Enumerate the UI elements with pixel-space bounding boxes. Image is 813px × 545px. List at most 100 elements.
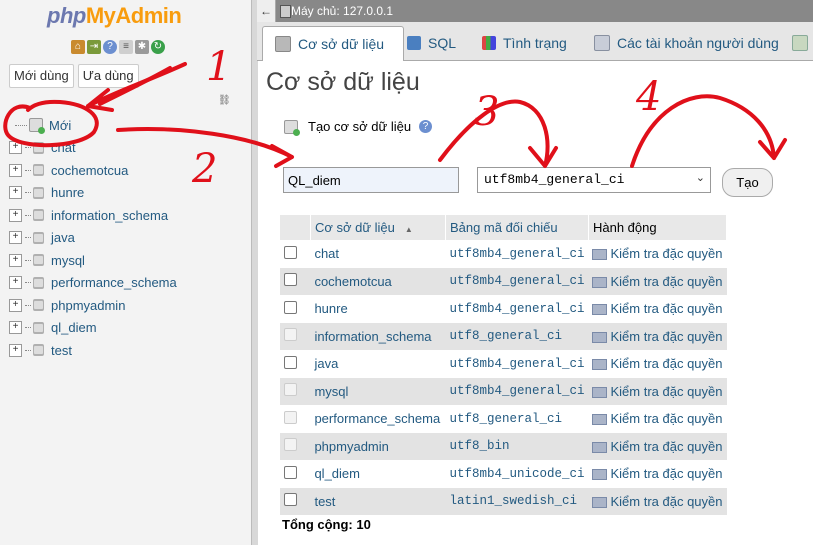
- database-name-link[interactable]: ql_diem: [310, 460, 446, 488]
- database-icon: [33, 344, 44, 357]
- database-name-link[interactable]: information_schema: [310, 322, 446, 350]
- create-database-heading: Tạo cơ sở dữ liệu ?: [284, 119, 433, 136]
- tree-item-label[interactable]: information_schema: [51, 208, 168, 223]
- row-checkbox-cell: [280, 405, 311, 433]
- collation-select[interactable]: utf8mb4_general_ci ⌄: [477, 167, 711, 193]
- tree-line: [25, 259, 31, 261]
- expand-icon[interactable]: +: [9, 321, 22, 335]
- database-icon: [33, 299, 44, 312]
- expand-icon[interactable]: +: [9, 298, 22, 312]
- privileges-icon: [592, 496, 608, 508]
- tree-item-label[interactable]: performance_schema: [51, 275, 177, 290]
- check-privileges-link[interactable]: Kiểm tra đặc quyền: [588, 322, 727, 350]
- expand-icon[interactable]: +: [9, 141, 22, 155]
- tree-item-label[interactable]: java: [51, 230, 75, 245]
- settings-icon[interactable]: ✱: [135, 40, 149, 54]
- phpmyadmin-logo[interactable]: phpMyAdmin: [47, 3, 182, 29]
- tree-item-hunre[interactable]: + hunre: [9, 182, 177, 205]
- database-icon: [33, 321, 44, 334]
- database-name-link[interactable]: test: [310, 487, 446, 515]
- check-privileges-link[interactable]: Kiểm tra đặc quyền: [588, 295, 727, 323]
- tree-item-label[interactable]: phpmyadmin: [51, 298, 125, 313]
- column-header-database[interactable]: Cơ sở dữ liệu ▲: [310, 215, 446, 240]
- row-checkbox-cell: [280, 460, 311, 488]
- collapse-sidebar-button[interactable]: ←: [257, 0, 276, 22]
- tree-item-label[interactable]: ql_diem: [51, 320, 97, 335]
- row-checkbox[interactable]: [284, 273, 297, 287]
- column-header-collation[interactable]: Bảng mã đối chiếu: [445, 215, 589, 240]
- tab-sql[interactable]: SQL: [407, 26, 456, 60]
- expand-icon[interactable]: +: [9, 343, 22, 357]
- check-privileges-link[interactable]: Kiểm tra đặc quyền: [588, 405, 727, 433]
- tree-item-label[interactable]: mysql: [51, 253, 85, 268]
- expand-icon[interactable]: +: [9, 163, 22, 177]
- tree-item-test[interactable]: + test: [9, 339, 177, 362]
- row-checkbox[interactable]: [284, 493, 297, 507]
- row-checkbox[interactable]: [284, 245, 297, 259]
- tab-user-accounts[interactable]: Các tài khoản người dùng: [594, 26, 779, 60]
- tab-status[interactable]: Tình trạng: [482, 26, 567, 60]
- expand-icon[interactable]: +: [9, 231, 22, 245]
- check-privileges-link[interactable]: Kiểm tra đặc quyền: [588, 350, 727, 378]
- database-name-link[interactable]: chat: [310, 240, 446, 268]
- logout-icon[interactable]: ⇥: [87, 40, 101, 54]
- home-icon[interactable]: ⌂: [71, 40, 85, 54]
- database-name-input[interactable]: [283, 167, 459, 193]
- recent-tab[interactable]: Mới dùng: [9, 64, 74, 88]
- create-database-label: Tạo cơ sở dữ liệu: [308, 119, 412, 134]
- help-icon[interactable]: ?: [103, 40, 117, 54]
- tree-item-cochemotcua[interactable]: + cochemotcua: [9, 159, 177, 182]
- tree-item-java[interactable]: + java: [9, 227, 177, 250]
- row-checkbox[interactable]: [284, 465, 297, 479]
- row-checkbox-disabled: [284, 410, 297, 424]
- sidebar-resize-handle[interactable]: [251, 0, 258, 545]
- chevron-down-icon: ⌄: [695, 171, 705, 184]
- reload-icon[interactable]: ↻: [151, 40, 165, 54]
- tree-item-mysql[interactable]: + mysql: [9, 249, 177, 272]
- server-breadcrumb[interactable]: Máy chủ: 127.0.0.1: [291, 4, 393, 18]
- row-checkbox[interactable]: [284, 355, 297, 369]
- new-database-item[interactable]: Mới: [9, 114, 177, 137]
- tree-item-ql-diem[interactable]: + ql_diem: [9, 317, 177, 340]
- database-name-link[interactable]: mysql: [310, 377, 446, 405]
- check-privileges-link[interactable]: Kiểm tra đặc quyền: [588, 432, 727, 460]
- tree-item-performance-schema[interactable]: + performance_schema: [9, 272, 177, 295]
- tree-item-phpmyadmin[interactable]: + phpmyadmin: [9, 294, 177, 317]
- tab-more[interactable]: [792, 26, 808, 60]
- favorite-tab[interactable]: Ưa dùng: [77, 64, 139, 88]
- database-name-link[interactable]: java: [310, 350, 446, 378]
- check-privileges-link[interactable]: Kiểm tra đặc quyền: [588, 487, 727, 515]
- tree-item-label[interactable]: hunre: [51, 185, 84, 200]
- database-icon: [33, 231, 44, 244]
- expand-icon[interactable]: +: [9, 276, 22, 290]
- help-icon[interactable]: ?: [419, 120, 433, 133]
- expand-icon[interactable]: +: [9, 186, 22, 200]
- link-icon[interactable]: ⛓: [218, 95, 231, 106]
- check-privileges-link[interactable]: Kiểm tra đặc quyền: [588, 267, 727, 295]
- tab-databases[interactable]: Cơ sở dữ liệu: [262, 26, 404, 61]
- database-name-link[interactable]: performance_schema: [310, 405, 446, 433]
- tree-item-label[interactable]: chat: [51, 140, 76, 155]
- tree-item-label[interactable]: test: [51, 343, 72, 358]
- tree-item-chat[interactable]: + chat: [9, 137, 177, 160]
- docs-icon[interactable]: ≡: [119, 40, 133, 54]
- database-name-link[interactable]: cochemotcua: [310, 267, 446, 295]
- row-checkbox[interactable]: [284, 300, 297, 314]
- expand-icon[interactable]: +: [9, 253, 22, 267]
- check-privileges-link[interactable]: Kiểm tra đặc quyền: [588, 377, 727, 405]
- database-name-link[interactable]: phpmyadmin: [310, 432, 446, 460]
- table-row: java utf8mb4_general_ci Kiểm tra đặc quy…: [280, 350, 727, 378]
- collation-cell: latin1_swedish_ci: [445, 487, 589, 515]
- new-database-label[interactable]: Mới: [49, 118, 71, 133]
- expand-icon[interactable]: +: [9, 208, 22, 222]
- check-privileges-link[interactable]: Kiểm tra đặc quyền: [588, 460, 727, 488]
- database-name-link[interactable]: hunre: [310, 295, 446, 323]
- server-icon: [280, 5, 291, 18]
- tree-item-label[interactable]: cochemotcua: [51, 163, 128, 178]
- create-button[interactable]: Tạo: [722, 168, 773, 197]
- users-icon: [594, 35, 610, 51]
- row-checkbox-cell: [280, 432, 311, 460]
- tree-item-information-schema[interactable]: + information_schema: [9, 204, 177, 227]
- check-privileges-link[interactable]: Kiểm tra đặc quyền: [588, 240, 727, 268]
- header-label: Bảng mã đối chiếu: [449, 220, 558, 235]
